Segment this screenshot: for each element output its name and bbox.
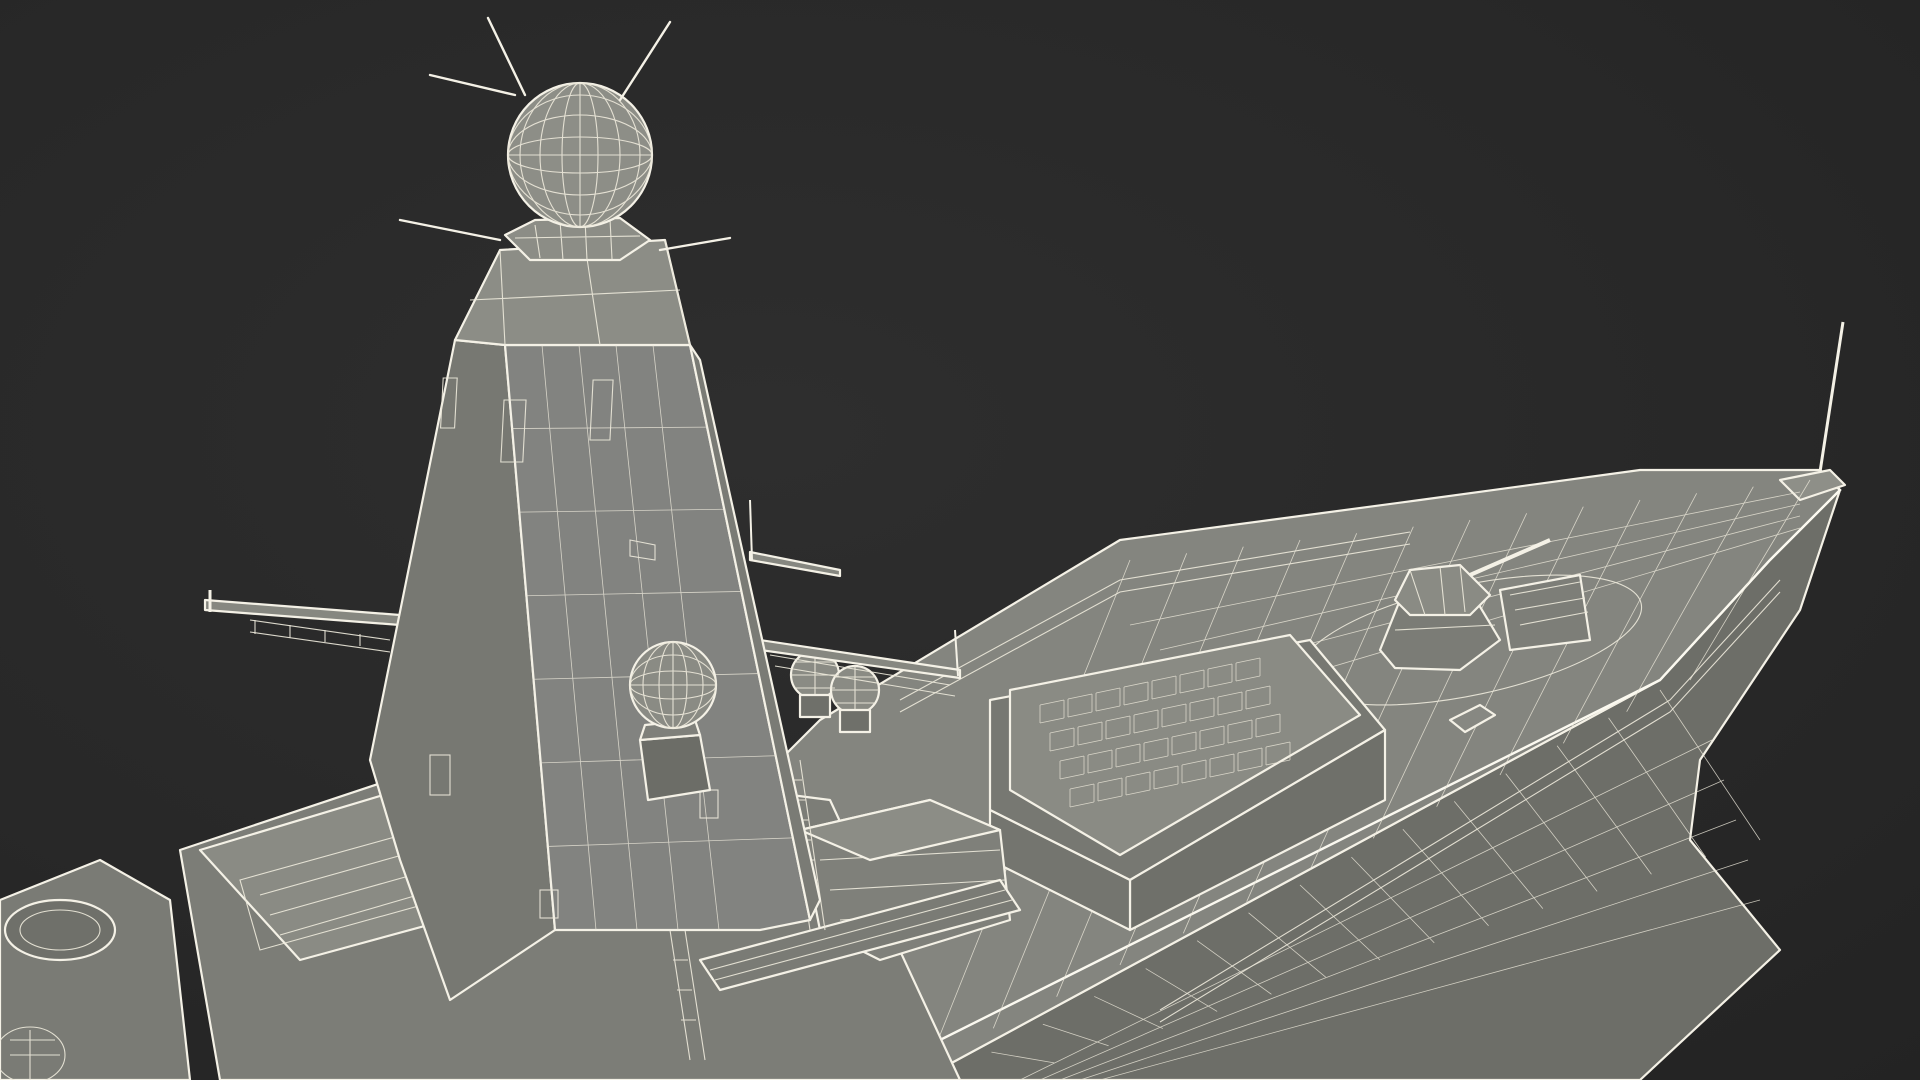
- bow-mast: [1818, 321, 1845, 473]
- radar-sphere: [398, 16, 732, 262]
- viewport-canvas[interactable]: [0, 0, 1920, 1080]
- wireframe-render: [0, 16, 1847, 1080]
- main-mast-tower: [368, 238, 822, 1002]
